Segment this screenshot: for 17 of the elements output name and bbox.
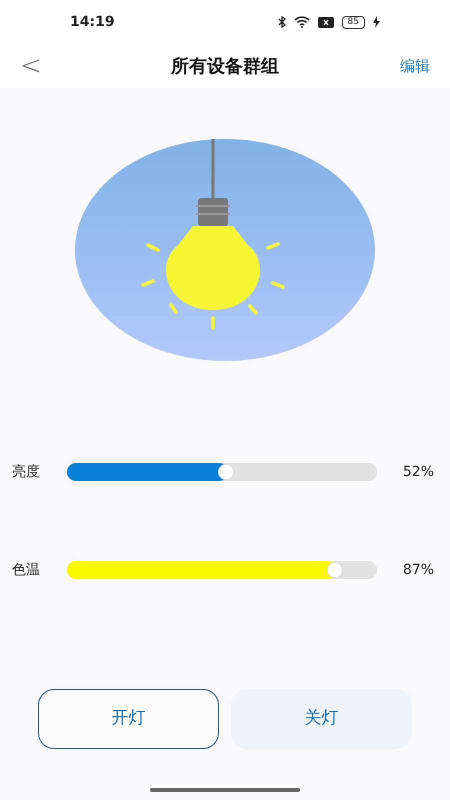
back-button[interactable]: < [20,46,60,86]
wifi-icon [294,16,310,28]
battery-indicator: 85 [342,16,365,28]
status-time: 14:19 [70,12,115,32]
page-title: 所有设备群组 [171,54,279,78]
slider-label: 色温 [12,560,41,580]
slider-thumb[interactable] [218,464,234,480]
charging-icon [373,16,380,28]
edit-button[interactable]: 编辑 [390,54,430,78]
sim-icon [318,16,334,28]
light-button[interactable]: 关灯 [231,689,412,749]
slider-value: 52% [402,462,435,482]
slider-label: 亮度 [12,462,41,482]
slider-track[interactable] [67,463,377,481]
light-button[interactable]: 开灯 [38,689,219,749]
bluetooth-icon [278,16,286,28]
slider-value: 87% [402,560,435,580]
